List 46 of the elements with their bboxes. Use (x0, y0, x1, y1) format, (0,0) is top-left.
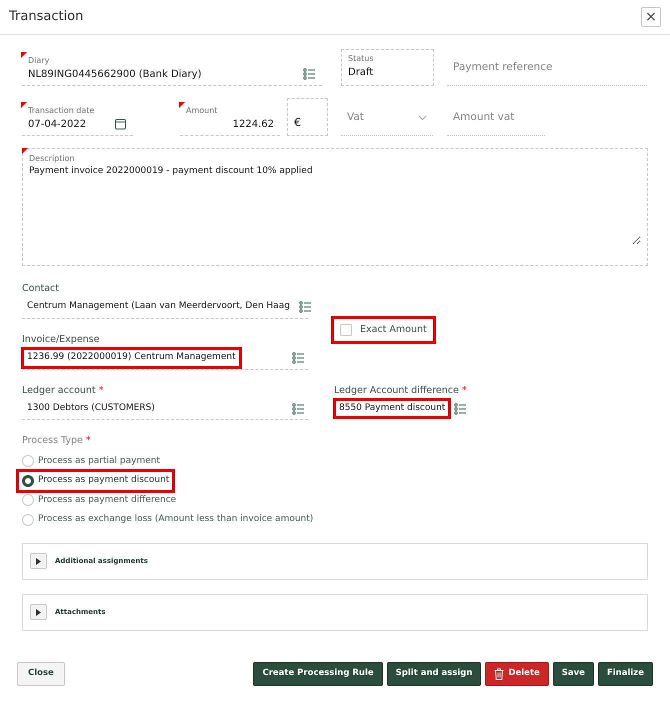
input-field[interactable]: 1236.99 (2022000019) Centrum Management (24, 350, 239, 366)
list-icon[interactable] (298, 301, 312, 313)
input-field[interactable]: Centrum Management (Laan van Meerdervoort, Den Haag (24, 299, 293, 315)
list-icon[interactable] (292, 402, 305, 414)
calendar-icon[interactable] (114, 118, 127, 130)
action-button[interactable]: Close (17, 662, 65, 686)
trash-icon (494, 668, 504, 680)
list-icon[interactable] (454, 402, 468, 414)
action-button[interactable]: Create Processing Rule (253, 662, 383, 686)
required-mark: * (98, 384, 104, 396)
field-label: Contact (22, 283, 59, 294)
triangle-right-icon (35, 608, 42, 616)
input-field[interactable]: Amount 1224.62 (180, 103, 280, 136)
radio-option[interactable]: Process as partial payment (19, 452, 163, 470)
action-button[interactable]: Delete (485, 662, 549, 686)
action-button[interactable]: Split and assign (386, 662, 482, 686)
action-button[interactable]: Save (552, 662, 594, 686)
field-label: Invoice/Expense (22, 334, 100, 345)
triangle-right-icon (35, 558, 42, 564)
action-button[interactable]: Finalize (598, 662, 653, 686)
input-field[interactable]: Payment reference (447, 52, 647, 86)
expand-button[interactable] (30, 553, 47, 569)
input-field[interactable]: Transaction date 07-04-2022 (22, 103, 133, 136)
radio-option[interactable]: Process as payment discount (19, 472, 172, 490)
chevron-down-icon (418, 115, 427, 121)
radio-option[interactable]: Process as exchange loss (Amount less than invoice amount) (19, 511, 316, 528)
status-field: Status Draft (341, 49, 434, 86)
field-label: Ledger account (22, 384, 96, 396)
close-button[interactable]: × (641, 7, 661, 27)
field-label: Ledger Account difference (334, 384, 459, 396)
input-field[interactable]: 1300 Debtors (CUSTOMERS) (24, 400, 158, 416)
input-field[interactable]: Amount vat (447, 102, 545, 136)
exact-amount-checkbox[interactable]: Exact Amount (334, 318, 433, 341)
required-mark: * (462, 384, 467, 396)
list-icon[interactable] (292, 352, 305, 364)
field-label: Process Type (22, 435, 83, 446)
input-field[interactable]: Diary NL89ING0445662900 (Bank Diary) (22, 53, 322, 86)
currency-field: € (287, 98, 328, 136)
input-field[interactable]: 8550 Payment discount (336, 400, 448, 416)
list-icon[interactable] (303, 68, 316, 80)
description-field[interactable]: Description Payment invoice 2022000019 - payment discount 10% applied (22, 148, 648, 266)
required-mark: * (86, 435, 91, 446)
radio-option[interactable]: Process as payment difference (19, 492, 180, 509)
expand-button[interactable] (30, 604, 47, 620)
window-title: Transaction (9, 8, 84, 26)
input-field[interactable]: Vat (341, 102, 433, 136)
